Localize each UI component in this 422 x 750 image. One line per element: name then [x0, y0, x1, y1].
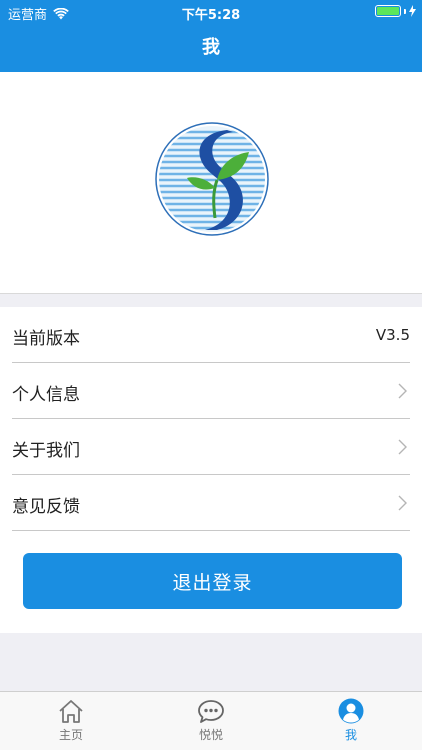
user-profile-icon — [338, 698, 364, 724]
sprout-s-logo-icon — [155, 122, 269, 236]
settings-menu: 当前版本 V3.5 个人信息 关于我们 意见反馈 退出登录 — [0, 307, 422, 633]
menu-item-label: 关于我们 — [12, 441, 80, 461]
page-title: 我 — [202, 37, 220, 58]
status-right — [375, 5, 416, 17]
divider — [12, 530, 410, 531]
menu-item-about[interactable]: 关于我们 — [0, 419, 422, 475]
home-icon — [59, 700, 83, 723]
status-bar: 运营商 下午5:28 — [0, 0, 422, 24]
tab-me[interactable]: 我 — [321, 698, 381, 748]
battery-tip — [404, 8, 406, 14]
menu-item-label: 当前版本 — [12, 329, 80, 349]
tab-bar: 主页 悦悦 我 — [0, 691, 422, 750]
tab-label: 我 — [344, 728, 357, 742]
menu-item-version: 当前版本 V3.5 — [0, 307, 422, 363]
menu-item-label: 个人信息 — [12, 385, 80, 405]
nav-bar: 我 — [0, 24, 422, 72]
logo-section — [0, 72, 422, 294]
chevron-right-icon — [398, 439, 407, 455]
battery-fill — [377, 7, 399, 15]
logout-button[interactable]: 退出登录 — [23, 553, 402, 609]
battery-icon — [375, 5, 401, 17]
status-time: 下午5:28 — [181, 8, 241, 23]
tab-label: 悦悦 — [198, 728, 223, 742]
tab-yueyue[interactable]: 悦悦 — [181, 698, 241, 748]
tab-home[interactable]: 主页 — [41, 698, 101, 748]
chat-bubble-icon — [198, 700, 224, 723]
menu-item-profile[interactable]: 个人信息 — [0, 363, 422, 419]
version-value: V3.5 — [375, 326, 410, 344]
tab-label: 主页 — [58, 728, 83, 742]
menu-item-feedback[interactable]: 意见反馈 — [0, 475, 422, 531]
menu-item-label: 意见反馈 — [12, 497, 80, 517]
chevron-right-icon — [398, 495, 407, 511]
charging-bolt-icon — [409, 5, 416, 17]
chevron-right-icon — [398, 383, 407, 399]
